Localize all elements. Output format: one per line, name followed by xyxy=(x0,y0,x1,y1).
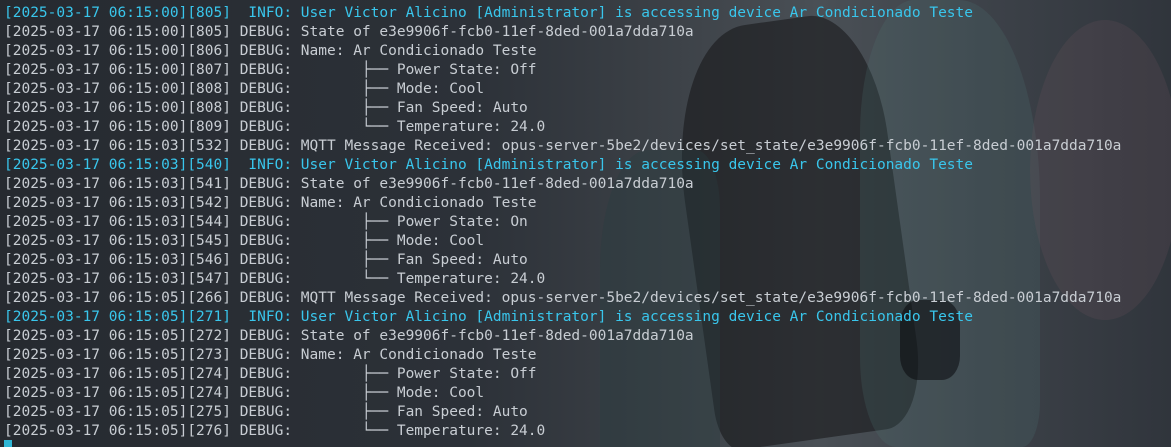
log-line-debug: [2025-03-17 06:15:00][806] DEBUG: Name: … xyxy=(4,43,537,59)
log-line-info: [2025-03-17 06:15:05][271] INFO: User Vi… xyxy=(4,309,974,325)
log-line-debug: [2025-03-17 06:15:03][547] DEBUG: └── Te… xyxy=(4,271,546,287)
log-line-debug: [2025-03-17 06:15:05][274] DEBUG: ├── Po… xyxy=(4,366,537,382)
log-line-debug: [2025-03-17 06:15:03][545] DEBUG: ├── Mo… xyxy=(4,233,485,249)
terminal-cursor xyxy=(4,440,12,447)
log-line-debug: [2025-03-17 06:15:05][276] DEBUG: └── Te… xyxy=(4,423,546,439)
terminal-window[interactable]: [2025-03-17 06:15:00][805] INFO: User Vi… xyxy=(0,0,1171,447)
log-line-debug: [2025-03-17 06:15:00][809] DEBUG: └── Te… xyxy=(4,119,546,135)
log-line-info: [2025-03-17 06:15:00][805] INFO: User Vi… xyxy=(4,5,974,21)
log-line-debug: [2025-03-17 06:15:05][275] DEBUG: ├── Fa… xyxy=(4,404,528,420)
log-line-debug: [2025-03-17 06:15:03][532] DEBUG: MQTT M… xyxy=(4,138,1122,154)
log-line-debug: [2025-03-17 06:15:05][273] DEBUG: Name: … xyxy=(4,347,537,363)
log-line-debug: [2025-03-17 06:15:05][266] DEBUG: MQTT M… xyxy=(4,290,1122,306)
log-line-debug: [2025-03-17 06:15:05][272] DEBUG: State … xyxy=(4,328,694,344)
log-line-debug: [2025-03-17 06:15:05][274] DEBUG: ├── Mo… xyxy=(4,385,485,401)
log-line-debug: [2025-03-17 06:15:03][544] DEBUG: ├── Po… xyxy=(4,214,528,230)
log-line-debug: [2025-03-17 06:15:00][807] DEBUG: ├── Po… xyxy=(4,62,537,78)
log-line-debug: [2025-03-17 06:15:00][808] DEBUG: ├── Mo… xyxy=(4,81,485,97)
log-line-debug: [2025-03-17 06:15:03][546] DEBUG: ├── Fa… xyxy=(4,252,528,268)
log-line-debug: [2025-03-17 06:15:00][808] DEBUG: ├── Fa… xyxy=(4,100,528,116)
log-line-info: [2025-03-17 06:15:03][540] INFO: User Vi… xyxy=(4,157,974,173)
log-line-debug: [2025-03-17 06:15:03][541] DEBUG: State … xyxy=(4,176,694,192)
log-line-debug: [2025-03-17 06:15:00][805] DEBUG: State … xyxy=(4,24,694,40)
log-output: [2025-03-17 06:15:00][805] INFO: User Vi… xyxy=(4,4,1121,441)
log-line-debug: [2025-03-17 06:15:03][542] DEBUG: Name: … xyxy=(4,195,537,211)
